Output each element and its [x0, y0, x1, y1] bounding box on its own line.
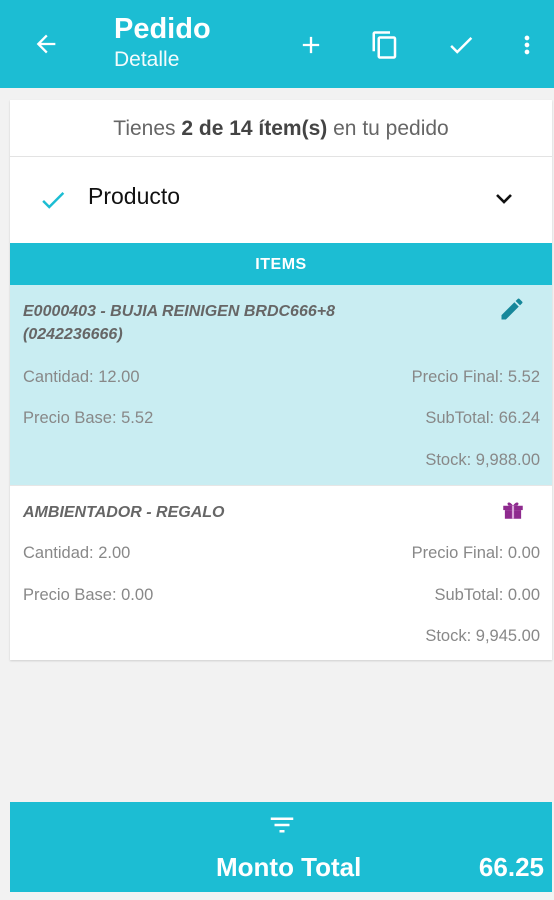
copy-icon	[372, 31, 397, 59]
product-selector[interactable]: Producto	[10, 157, 552, 243]
order-card: Tienes 2 de 14 ítem(s) en tu pedido Prod…	[10, 100, 552, 660]
back-button[interactable]	[30, 28, 62, 60]
add-button[interactable]	[294, 28, 328, 62]
arrow-back-icon	[36, 34, 56, 54]
more-options-button[interactable]	[510, 28, 544, 62]
filter-button[interactable]	[267, 810, 297, 845]
item-name: AMBIENTADOR - REGALO	[23, 504, 225, 521]
summary-count: 2 de 14 ítem(s)	[181, 117, 328, 140]
gift-icon	[503, 502, 523, 519]
item-name: E0000403 - BUJIA REINIGEN BRDC666+8 (024…	[23, 303, 335, 343]
chevron-down-icon	[496, 194, 512, 204]
edit-button[interactable]	[498, 295, 526, 328]
item-subtotal: SubTotal: 66.24	[425, 409, 540, 427]
summary-suffix: en tu pedido	[333, 117, 449, 140]
filter-icon	[270, 817, 294, 833]
check-icon	[450, 37, 473, 54]
summary-prefix: Tienes	[113, 117, 176, 140]
page-title: Pedido	[114, 13, 211, 45]
title-block: Pedido Detalle	[114, 12, 211, 74]
page-subtitle: Detalle	[114, 48, 180, 71]
item-precio-final: Precio Final: 5.52	[411, 368, 540, 386]
item-precio-base: Precio Base: 0.00	[23, 586, 154, 604]
app-bar: Pedido Detalle	[0, 0, 554, 88]
copy-button[interactable]	[368, 28, 402, 62]
item-stock: Stock: 9,945.00	[425, 627, 540, 645]
item-precio-base: Precio Base: 5.52	[23, 409, 154, 427]
item-precio-final: Precio Final: 0.00	[411, 544, 540, 562]
total-label: Monto Total	[216, 852, 362, 882]
order-summary: Tienes 2 de 14 ítem(s) en tu pedido	[10, 100, 552, 157]
item-stock: Stock: 9,988.00	[425, 451, 540, 469]
add-icon	[302, 36, 320, 54]
total-bar: Monto Total 66.25	[10, 802, 552, 892]
total-value: 66.25	[478, 852, 544, 882]
gift-badge	[500, 496, 526, 527]
items-header: ITEMS	[10, 243, 552, 285]
confirm-button[interactable]	[444, 28, 478, 62]
edit-icon	[501, 298, 523, 320]
item-subtotal: SubTotal: 0.00	[434, 586, 541, 604]
more-vert-icon	[524, 35, 530, 55]
selector-label: Producto	[88, 183, 181, 209]
list-item[interactable]: E0000403 - BUJIA REINIGEN BRDC666+8 (024…	[10, 285, 552, 485]
check-icon	[42, 192, 65, 209]
item-cantidad: Cantidad: 2.00	[23, 544, 131, 562]
item-cantidad: Cantidad: 12.00	[23, 368, 140, 386]
list-item[interactable]: AMBIENTADOR - REGALO Cantidad: 2.00 Prec…	[10, 485, 552, 661]
